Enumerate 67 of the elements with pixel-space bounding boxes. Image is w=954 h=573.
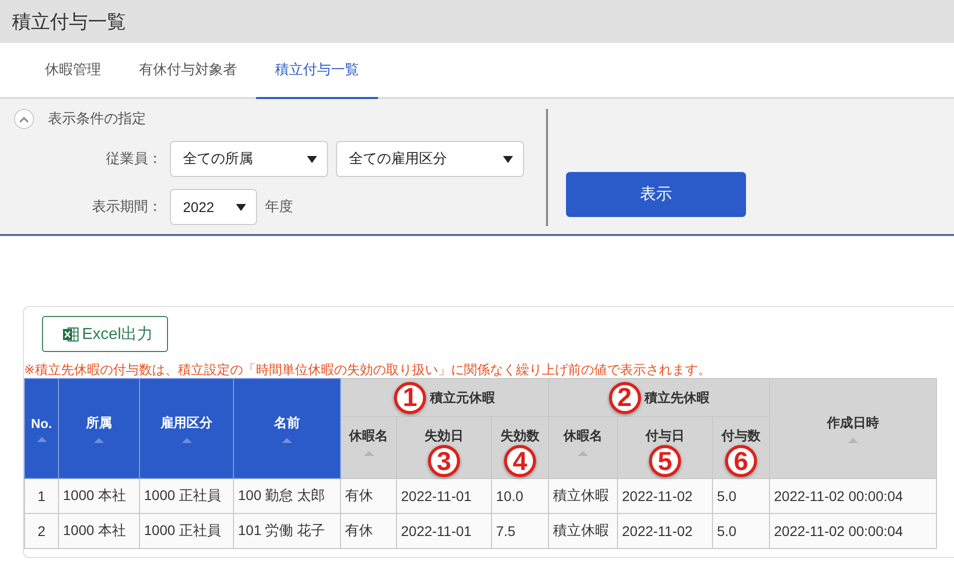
note-text: ※積立先休暇の付与数は、積立設定の「時間単位休暇の失効の取り扱い」に関係なく繰り上げ前の値で表示されます。 xyxy=(24,362,712,377)
table-cell: 101 労働 花子 xyxy=(234,514,340,548)
caret-icon xyxy=(503,156,513,162)
year-unit: 年度 xyxy=(265,198,293,216)
table-cell: 1000 正社員 xyxy=(140,478,234,514)
callout-marker: 6 xyxy=(725,445,757,477)
caret-icon xyxy=(236,204,246,210)
table-cell: 2 xyxy=(24,514,58,548)
sort-icon[interactable] xyxy=(282,438,292,443)
column-header: 作成日時 xyxy=(827,414,879,432)
column-header: 付与数 xyxy=(722,427,760,445)
callout-marker: 1 xyxy=(394,382,426,414)
column-group-header: 積立元休暇 xyxy=(430,388,495,406)
sort-icon[interactable] xyxy=(36,436,46,442)
chevron-icon xyxy=(19,116,29,122)
tab[interactable]: 有休付与対象者 xyxy=(120,43,256,99)
table-cell: 7.5 xyxy=(492,514,548,548)
table-cell: 1 xyxy=(24,478,58,514)
table-cell: 2022-11-01 xyxy=(396,514,492,548)
tab[interactable]: 休暇管理 xyxy=(26,43,120,99)
table-cell: 1000 本社 xyxy=(58,514,140,548)
column-header: 休暇名 xyxy=(349,427,388,445)
show-button[interactable]: 表示 xyxy=(566,172,746,217)
table-cell: 積立休暇 xyxy=(548,514,618,548)
caret-icon xyxy=(307,156,317,162)
table-cell: 有休 xyxy=(340,478,396,514)
sort-icon[interactable] xyxy=(578,451,588,456)
year-select[interactable]: 2022 xyxy=(170,189,257,225)
table-cell: 1000 正社員 xyxy=(140,514,234,548)
callout-marker: 5 xyxy=(649,445,681,477)
department-select[interactable]: 全ての所属 xyxy=(170,141,328,177)
column-header: 所属 xyxy=(86,414,112,432)
column-header: 名前 xyxy=(274,414,300,432)
table-cell: 5.0 xyxy=(712,478,770,514)
excel-export-button[interactable]: Excel出力 xyxy=(42,316,168,352)
page-title: 積立付与一覧 xyxy=(12,10,126,34)
table-cell: 2022-11-02 xyxy=(618,478,712,514)
field-label: 表示期間： xyxy=(91,198,162,216)
sort-icon[interactable] xyxy=(94,438,104,443)
callout-marker: 3 xyxy=(428,445,460,477)
table-cell: 2022-11-02 00:00:04 xyxy=(770,514,936,548)
table-cell: 10.0 xyxy=(492,478,548,514)
column-header: No. xyxy=(31,416,52,430)
sort-icon[interactable] xyxy=(364,451,374,456)
column-header: 休暇名 xyxy=(564,427,602,445)
table-cell: 積立休暇 xyxy=(548,478,618,514)
sort-icon[interactable] xyxy=(182,438,192,443)
section-title: 表示条件の指定 xyxy=(48,110,146,128)
table-cell: 2022-11-02 xyxy=(618,514,712,548)
employment-type-select[interactable]: 全ての雇用区分 xyxy=(336,141,524,177)
callout-marker: 4 xyxy=(504,445,536,477)
callout-marker: 2 xyxy=(608,382,640,414)
table-cell: 5.0 xyxy=(712,514,770,548)
column-header: 失効数 xyxy=(500,427,540,445)
column-header: 雇用区分 xyxy=(160,414,212,432)
column-header: 付与日 xyxy=(646,427,684,445)
table-cell: 2022-11-02 00:00:04 xyxy=(770,478,936,514)
column-group-header: 積立先休暇 xyxy=(644,388,710,406)
table-cell: 100 勤怠 太郎 xyxy=(234,478,340,514)
collapse-button[interactable] xyxy=(14,109,34,129)
spreadsheet-icon xyxy=(63,326,79,342)
field-label: 従業員： xyxy=(105,150,162,168)
table-cell: 1000 本社 xyxy=(58,478,140,514)
sort-icon[interactable] xyxy=(848,438,858,443)
column-header: 失効日 xyxy=(424,427,464,445)
table-cell: 有休 xyxy=(340,514,396,548)
table-cell: 2022-11-01 xyxy=(396,478,492,514)
